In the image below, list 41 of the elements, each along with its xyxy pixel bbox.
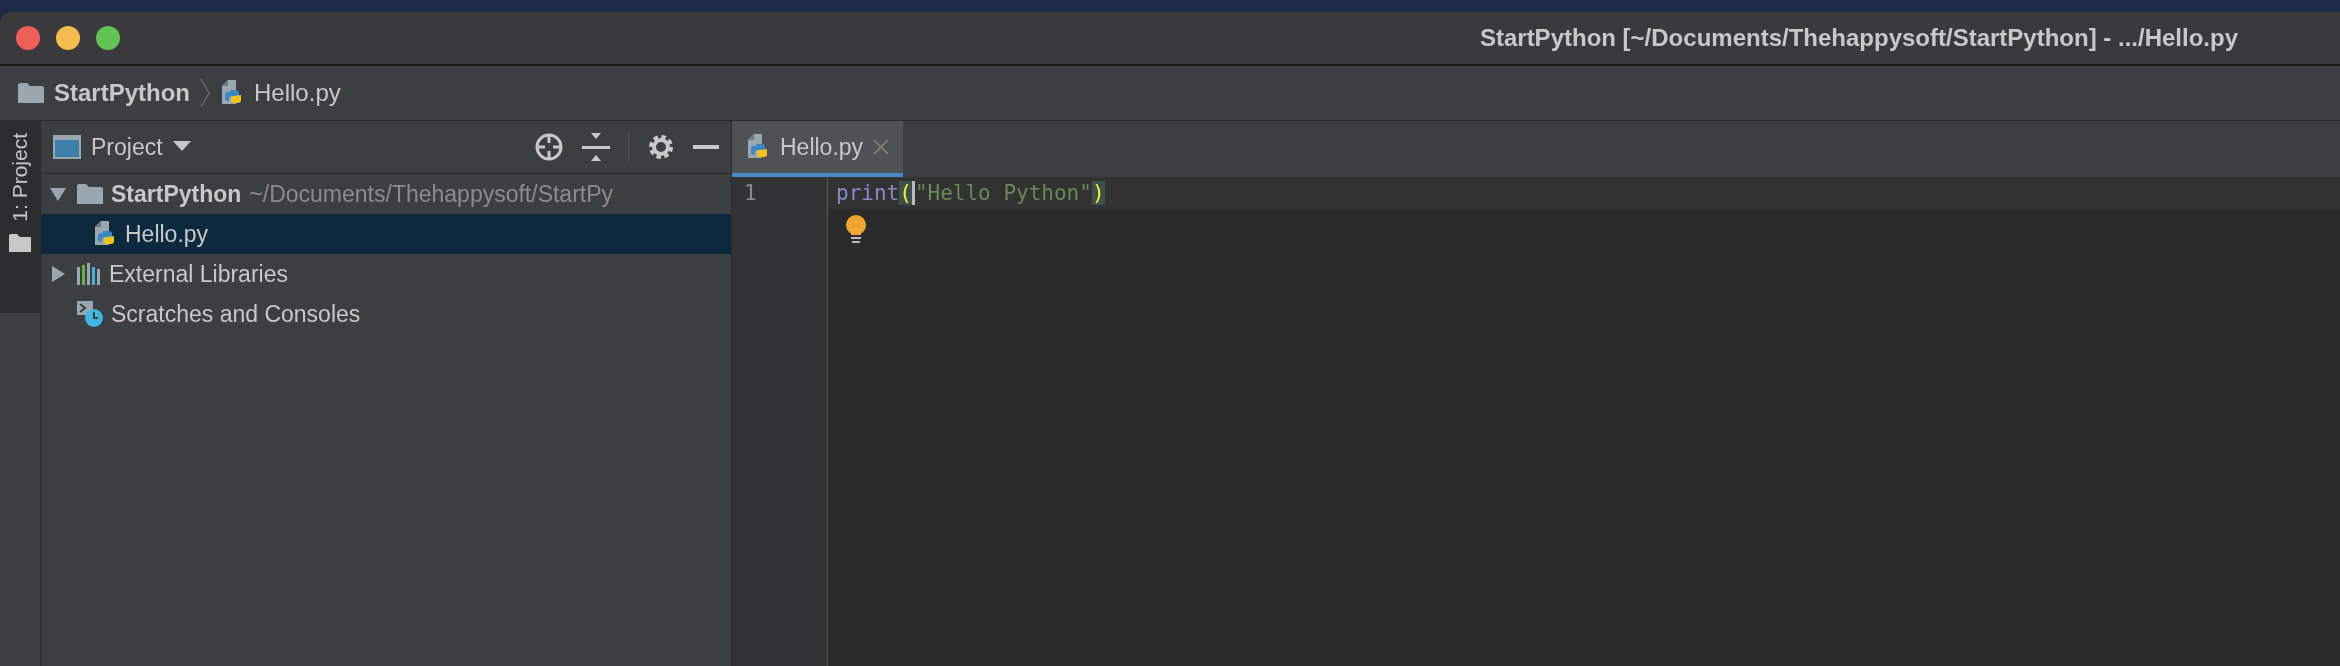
item-path: ~/Documents/Thehappysoft/StartPy [249, 180, 614, 208]
libraries-icon [77, 263, 101, 285]
console-clock-icon [77, 301, 103, 327]
code-token: print [836, 181, 900, 205]
chevron-icon [200, 78, 210, 108]
item-label: Scratches and Consoles [111, 300, 361, 328]
expanded-arrow-icon[interactable] [50, 186, 66, 202]
window-title: StartPython [~/Documents/Thehappysoft/StartPython] - .../Hello.py [1479, 24, 2239, 52]
item-label: StartPython [111, 180, 242, 208]
tree-item[interactable]: StartPython ~/Documents/Thehappysoft/StartPy [41, 174, 731, 214]
tree-item[interactable]: Hello.py [41, 214, 731, 254]
item-label: Hello.py [125, 220, 209, 248]
zoom-button[interactable] [96, 26, 120, 50]
collapsed-arrow-icon[interactable] [50, 266, 66, 282]
breadcrumb-item[interactable]: StartPython [54, 79, 190, 107]
code-token: ) [1091, 181, 1105, 205]
settings-icon[interactable] [647, 133, 675, 161]
tree-item[interactable]: External Libraries [41, 254, 731, 294]
code-token: "Hello Python" [914, 181, 1092, 205]
folder-icon [9, 233, 31, 252]
item-label: External Libraries [109, 260, 288, 288]
python-file-icon [746, 134, 770, 160]
folder-icon [77, 184, 103, 204]
window-icon [53, 135, 81, 159]
crosshair-icon[interactable] [534, 132, 564, 162]
close-button[interactable] [16, 26, 40, 50]
panel-title: Project [91, 133, 163, 161]
line-number: 1 [743, 180, 758, 207]
minimize-button[interactable] [56, 26, 80, 50]
breadcrumb-item[interactable]: Hello.py [254, 79, 341, 107]
editor-tab[interactable]: Hello.py [732, 121, 904, 177]
text-caret [911, 181, 915, 205]
python-file-icon [220, 80, 244, 106]
tool-window-button[interactable]: 1: Project [0, 121, 40, 313]
collapse-all-icon[interactable] [582, 133, 610, 161]
dropdown-caret-icon[interactable] [172, 141, 191, 153]
folder-icon [18, 83, 44, 103]
python-file-icon [93, 221, 117, 247]
tree-item[interactable]: Scratches and Consoles [41, 294, 731, 334]
lightbulb-icon[interactable] [846, 215, 866, 243]
code-token: ( [899, 181, 912, 205]
